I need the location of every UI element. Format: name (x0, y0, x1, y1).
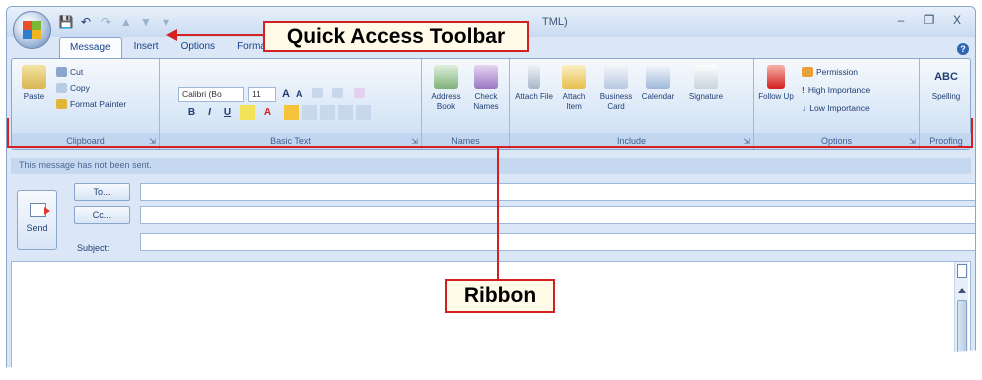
ruler-icon[interactable] (957, 264, 967, 278)
subject-field[interactable] (140, 233, 975, 251)
tab-message[interactable]: Message (59, 37, 122, 59)
calendar-button[interactable]: Calendar (638, 65, 678, 102)
bullets-icon[interactable] (312, 88, 323, 98)
abc-spelling-icon: ABC (934, 71, 958, 83)
minimize-button[interactable]: – (889, 11, 913, 29)
window-controls: – ❐ X (889, 11, 969, 29)
grow-font-icon[interactable]: A (282, 88, 290, 100)
qat-arrow-head (166, 29, 177, 41)
copy-icon (56, 83, 67, 93)
envelope-icon (562, 65, 586, 89)
paste-button[interactable]: Paste (14, 65, 54, 102)
down-arrow-icon: ↓ (802, 103, 807, 113)
address-book-button[interactable]: Address Book (426, 65, 466, 112)
permission-icon (802, 67, 813, 77)
attach-item-button[interactable]: Attach Item (554, 65, 594, 112)
address-book-icon (434, 65, 458, 89)
business-card-button[interactable]: Business Card (596, 65, 636, 112)
to-button[interactable]: To... (74, 183, 130, 201)
check-names-icon (474, 65, 498, 89)
screenshot-figure: 💾 ↶ ↷ ▲ ▼ ▾ TML) – ❐ X Message Insert Op… (0, 0, 982, 380)
font-size-combo[interactable]: 11 (248, 87, 276, 102)
quick-access-toolbar: 💾 ↶ ↷ ▲ ▼ ▾ (57, 14, 175, 30)
signature-icon (694, 65, 718, 89)
high-importance-button[interactable]: ! High Importance (802, 85, 870, 95)
undo-icon[interactable]: ↶ (77, 14, 95, 30)
shrink-font-icon[interactable]: A (296, 89, 303, 99)
ribbon-bracket (7, 118, 973, 148)
info-bar: This message has not been sent. (11, 158, 971, 174)
paste-icon (22, 65, 46, 89)
signature-button[interactable]: Signature (686, 65, 726, 102)
ribbon-callout: Ribbon (445, 279, 555, 313)
low-importance-button[interactable]: ↓ Low Importance (802, 103, 870, 113)
ribbon-bracket-stem (497, 148, 499, 280)
follow-up-button[interactable]: Follow Up (756, 65, 796, 102)
flag-icon (767, 65, 785, 89)
clear-formatting-icon[interactable] (354, 88, 365, 98)
outlook-message-window: 💾 ↶ ↷ ▲ ▼ ▾ TML) – ❐ X Message Insert Op… (6, 6, 976, 380)
next-icon[interactable]: ▼ (137, 14, 155, 30)
customize-icon[interactable]: ▾ (157, 14, 175, 30)
business-card-icon (604, 65, 628, 89)
office-button[interactable] (13, 11, 51, 49)
scissors-icon (56, 67, 67, 77)
format-painter-button[interactable]: Format Painter (56, 99, 126, 109)
to-field[interactable] (140, 183, 975, 201)
close-button[interactable]: X (945, 11, 969, 29)
save-icon[interactable]: 💾 (57, 14, 75, 30)
send-button[interactable]: Send (17, 190, 57, 250)
torn-edge-decoration (0, 346, 982, 380)
font-name-combo[interactable]: Calibri (Bo (178, 87, 244, 102)
numbering-icon[interactable] (332, 88, 343, 98)
paintbrush-icon (56, 99, 67, 109)
copy-button[interactable]: Copy (56, 83, 90, 93)
cc-button[interactable]: Cc... (74, 206, 130, 224)
check-names-button[interactable]: Check Names (466, 65, 506, 112)
office-logo-icon (23, 21, 41, 39)
paperclip-icon (528, 65, 540, 89)
subject-label: Subject: (77, 243, 110, 253)
help-icon[interactable]: ? (957, 43, 969, 55)
window-title: TML) (542, 16, 568, 28)
previous-icon[interactable]: ▲ (117, 14, 135, 30)
tab-insert[interactable]: Insert (124, 37, 169, 59)
maximize-button[interactable]: ❐ (917, 11, 941, 29)
scroll-up-icon[interactable] (958, 288, 966, 293)
spelling-button[interactable]: ABC Spelling (926, 65, 966, 102)
exclamation-icon: ! (802, 85, 805, 95)
calendar-icon (646, 65, 670, 89)
quick-access-toolbar-callout: Quick Access Toolbar (263, 21, 529, 52)
redo-icon[interactable]: ↷ (97, 14, 115, 30)
cc-field[interactable] (140, 206, 975, 224)
qat-arrow-line (175, 34, 265, 36)
send-icon (30, 203, 50, 217)
cut-button[interactable]: Cut (56, 67, 83, 77)
permission-button[interactable]: Permission (802, 67, 858, 77)
tab-options[interactable]: Options (171, 37, 225, 59)
attach-file-button[interactable]: Attach File (514, 65, 554, 102)
